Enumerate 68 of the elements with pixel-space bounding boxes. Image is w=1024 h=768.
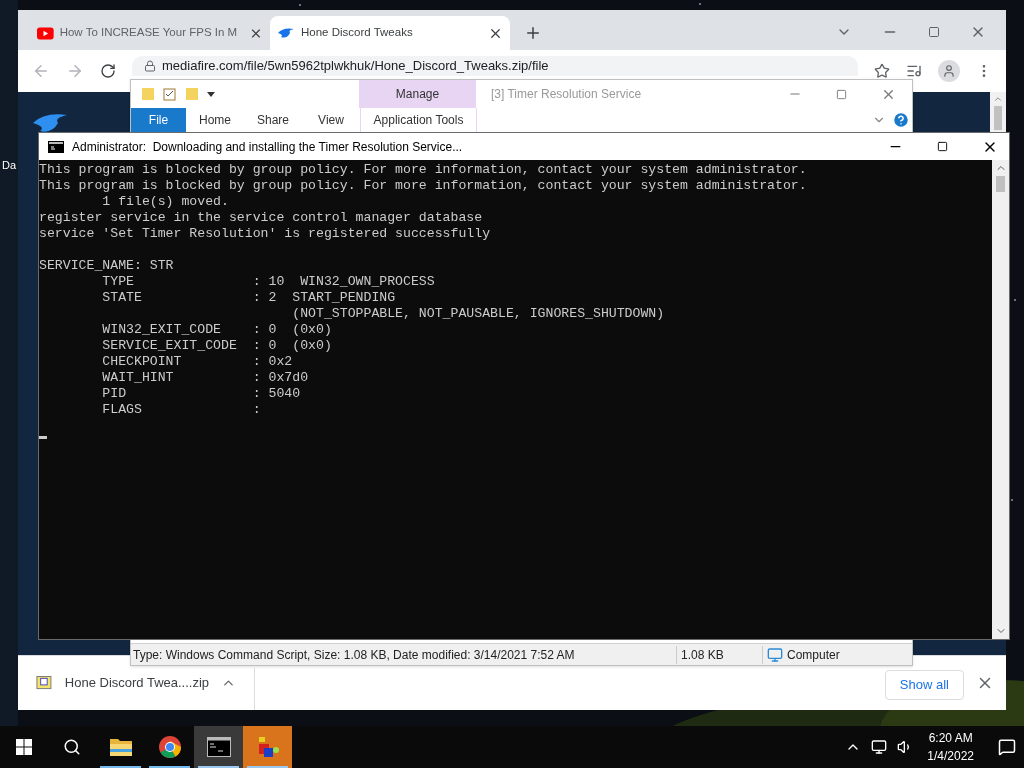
ribbon-tab[interactable]: File (131, 108, 186, 132)
notifications-icon[interactable] (998, 738, 1016, 756)
status-size: 1.08 KB (676, 645, 762, 664)
scrollbar[interactable] (992, 160, 1009, 639)
console-line: register service in the service control manager database (39, 210, 483, 225)
media-icon[interactable] (906, 63, 922, 79)
status-location: Computer (787, 646, 840, 664)
console-line: WIN32_EXIT_CODE : 0 (0x0) (101, 322, 332, 337)
console-line: SERVICE_EXIT_CODE : 0 (0x0) (101, 338, 332, 353)
context-tab-header: Manage (359, 80, 476, 108)
zip-file-icon (36, 675, 53, 691)
windows-logo-icon (16, 739, 32, 755)
tab-title: Hone Discord Tweaks (301, 25, 413, 41)
browser-tab[interactable]: Hone Discord Tweaks (270, 16, 510, 50)
dropdown-icon[interactable] (207, 90, 215, 98)
console-icon (48, 140, 64, 153)
download-filename: Hone Discord Twea....zip (64, 674, 210, 693)
ribbon-tab[interactable]: Share (244, 108, 302, 132)
ribbon-tab[interactable]: Application Tools (360, 108, 477, 132)
maximize-icon[interactable] (937, 141, 948, 152)
clock-date: 1/4/2022 (927, 748, 974, 765)
console-line: This program is blocked by group policy. For more information, contact your system administrator. (39, 162, 807, 177)
console-line: CHECKPOINT : 0x2 (101, 354, 293, 369)
window-title: Administrator: Downloading and installing the Timer Resolution Service... (72, 138, 463, 156)
scrollbar[interactable] (990, 92, 1006, 132)
console-line: 1 file(s) moved. (101, 194, 229, 209)
properties-icon[interactable] (163, 87, 177, 101)
download-item[interactable]: Hone Discord Twea....zip (18, 668, 255, 710)
tab-title: How To INCREASE Your FPS In M (59, 25, 238, 41)
console-line: SERVICE_NAME: STR (39, 258, 174, 273)
flame-logo-icon (277, 27, 295, 39)
network-icon[interactable] (871, 739, 888, 755)
person-icon (942, 64, 956, 78)
status-details: Type: Windows Command Script, Size: 1.08 KB, Date modified: 3/14/2021 7:52 AM (132, 646, 576, 664)
video-play-icon (37, 26, 54, 40)
clock-time: 6:20 AM (928, 730, 973, 747)
browser-tab[interactable]: How To INCREASE Your FPS In M (30, 16, 270, 50)
help-icon[interactable] (892, 111, 910, 129)
new-tab-icon[interactable] (524, 24, 542, 42)
desktop-icon-label[interactable]: Da (2, 157, 17, 174)
window-title: [3] Timer Resolution Service (491, 86, 642, 103)
address-bar[interactable]: mediafire.com/file/5wn5962tplwkhuk/Hone_Discord_Tweaks.zip/file (132, 56, 858, 76)
console-line: FLAGS : (101, 402, 261, 417)
text-cursor (39, 436, 47, 439)
browser-logo-icon (157, 735, 182, 759)
console-line: This program is blocked by group policy. For more information, contact your system administrator. (39, 178, 807, 193)
computer-icon (767, 646, 783, 663)
clock[interactable]: 6:20 AM 1/4/2022 (923, 729, 978, 765)
show-all-button[interactable]: Show all (884, 670, 964, 700)
console-line: service 'Set Timer Resolution' is registered successfully (39, 226, 491, 241)
bookmark-star-icon[interactable] (874, 63, 890, 79)
reload-icon[interactable] (100, 63, 116, 79)
search-icon (63, 738, 81, 756)
console-line: STATE : 2 START_PENDING (101, 290, 396, 305)
taskbar-app[interactable] (194, 726, 243, 768)
console-icon (206, 737, 231, 757)
lock-icon (144, 60, 156, 72)
scrollbar-thumb[interactable] (994, 106, 1002, 130)
scrollbar-thumb[interactable] (996, 176, 1005, 192)
console-line: WAIT_HINT : 0x7d0 (101, 370, 309, 385)
console-line: (NOT_STOPPABLE, NOT_PAUSABLE, IGNORES_SHUTDOWN) (291, 306, 665, 321)
profile-avatar[interactable] (938, 60, 960, 82)
ribbon-tab[interactable]: View (302, 108, 360, 132)
ribbon-tab[interactable]: Home (186, 108, 244, 132)
console-line: TYPE : 10 WIN32_OWN_PROCESS (101, 274, 435, 289)
folder-icon (108, 737, 133, 757)
console-line: PID : 5040 (101, 386, 301, 401)
flame-logo-icon (32, 112, 68, 134)
